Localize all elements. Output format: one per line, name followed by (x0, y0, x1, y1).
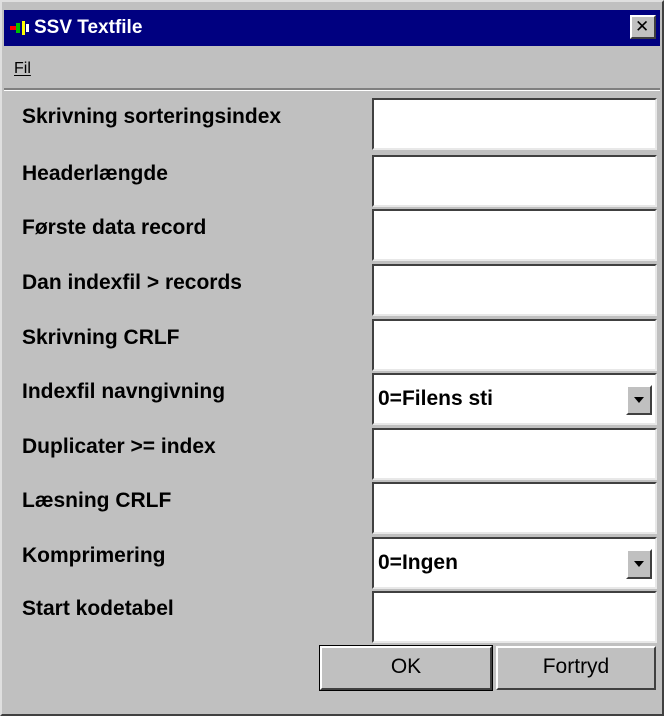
chevron-down-icon (634, 397, 644, 403)
input-start-kodetabel[interactable] (372, 591, 657, 643)
label-dan-indexfil-records: Dan indexfil > records (22, 271, 242, 294)
input-laesning-crlf[interactable] (372, 482, 657, 534)
label-skrivning-crlf: Skrivning CRLF (22, 326, 180, 349)
label-forste-data-record: Første data record (22, 216, 207, 239)
menu-item-fil[interactable]: Fil (14, 60, 31, 78)
cancel-button[interactable]: Fortryd (496, 646, 656, 690)
input-skrivning-sorteringsindex[interactable] (372, 98, 657, 150)
label-indexfil-navngivning: Indexfil navngivning (22, 380, 226, 403)
input-forste-data-record[interactable] (372, 209, 657, 261)
window-title: SSV Textfile (34, 17, 143, 38)
cancel-button-label: Fortryd (542, 655, 610, 678)
input-headerlaengde[interactable] (372, 155, 657, 207)
ok-button-label: OK (390, 655, 422, 678)
app-icon (10, 20, 32, 36)
close-icon: ✕ (635, 17, 650, 36)
menu-bar: Fil (4, 48, 660, 90)
label-duplicater-index: Duplicater >= index (22, 435, 216, 458)
dropdown-button[interactable] (626, 385, 652, 415)
select-komprimering[interactable]: 0=Ingen (372, 537, 657, 589)
select-indexfil-navngivning[interactable]: 0=Filens sti (372, 373, 657, 425)
label-skrivning-sorteringsindex: Skrivning sorteringsindex (22, 105, 282, 128)
label-komprimering: Komprimering (22, 544, 166, 567)
close-button[interactable]: ✕ (630, 15, 656, 39)
label-headerlaengde: Headerlængde (22, 162, 168, 185)
input-dan-indexfil-records[interactable] (372, 264, 657, 316)
label-laesning-crlf: Læsning CRLF (22, 489, 172, 512)
label-start-kodetabel: Start kodetabel (22, 597, 174, 620)
select-value: 0=Filens sti (378, 387, 493, 410)
ok-button[interactable]: OK (319, 645, 493, 691)
dialog-window: SSV Textfile ✕ Fil Skrivning sorteringsi… (0, 0, 664, 716)
select-value: 0=Ingen (378, 551, 458, 574)
input-duplicater-index[interactable] (372, 428, 657, 480)
input-skrivning-crlf[interactable] (372, 319, 657, 371)
chevron-down-icon (634, 561, 644, 567)
menu-divider (4, 90, 660, 91)
title-bar[interactable]: SSV Textfile ✕ (4, 10, 660, 46)
dropdown-button[interactable] (626, 549, 652, 579)
